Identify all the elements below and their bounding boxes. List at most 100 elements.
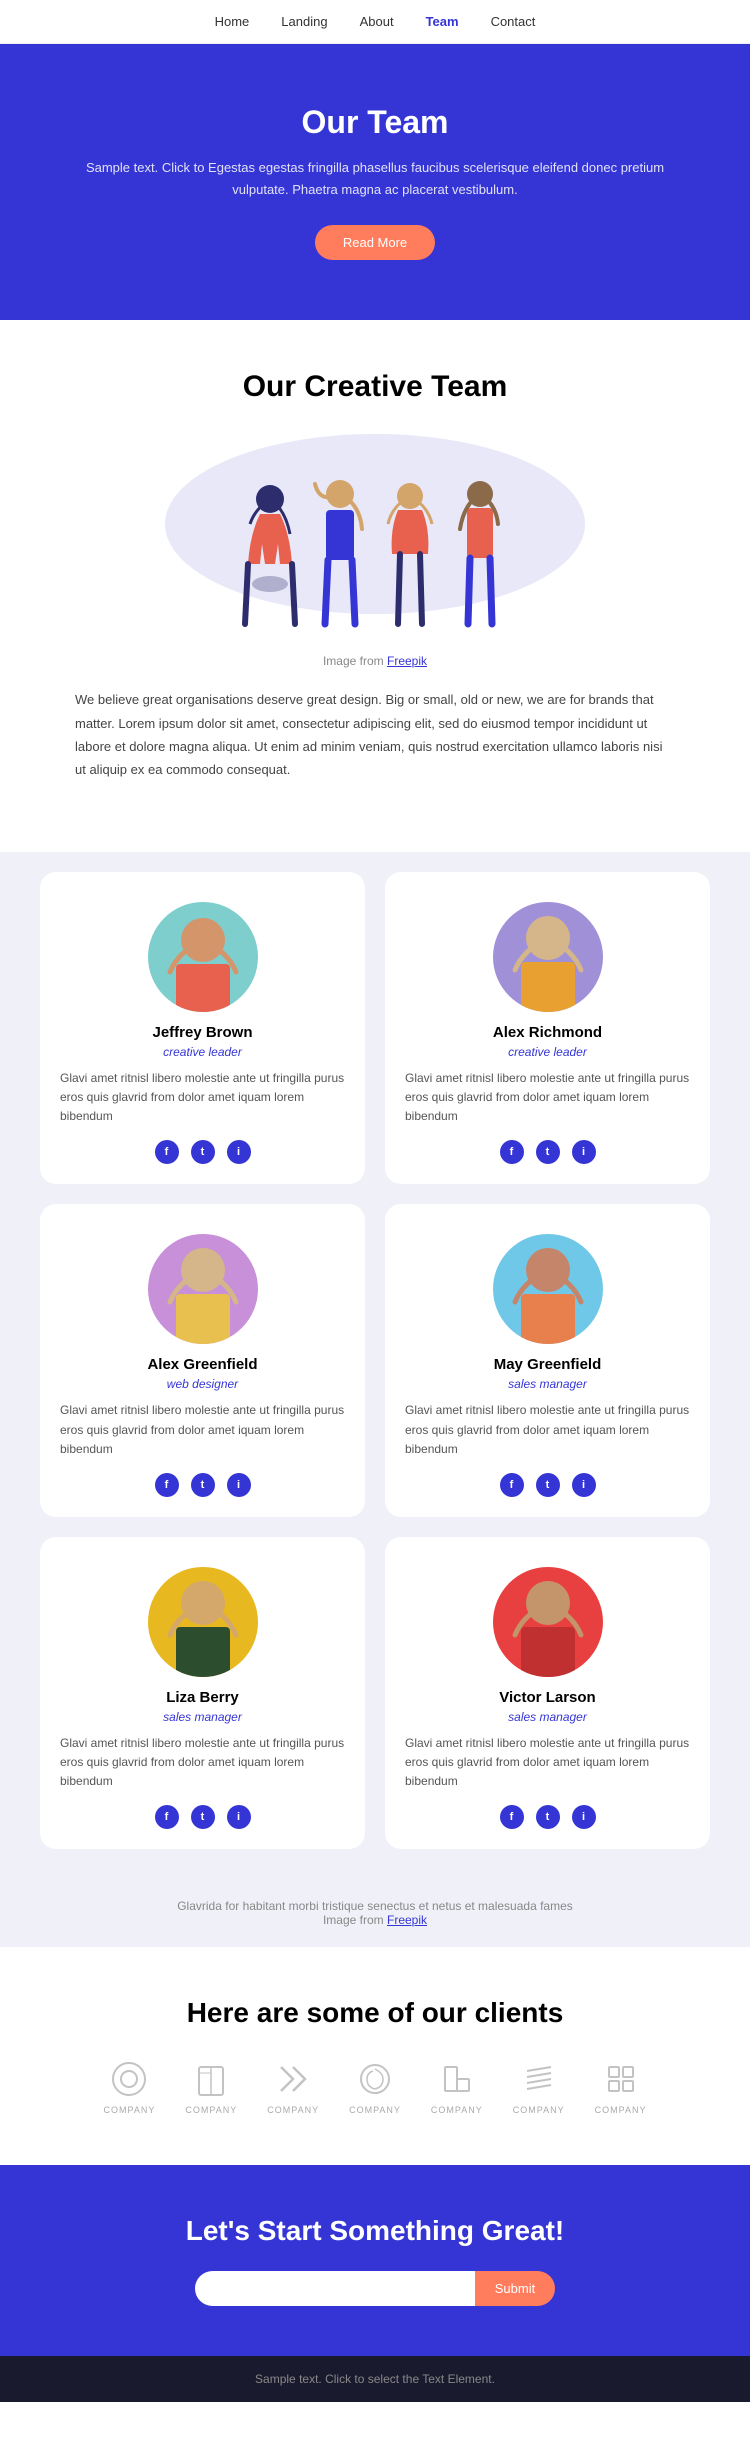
client-logo-1: COMPANY [104,2059,156,2115]
hero-title: Our Team [80,104,670,141]
nav-team[interactable]: Team [426,14,459,29]
team-member-desc: Glavi amet ritnisl libero molestie ante … [60,1069,345,1127]
client-logo-5: COMPANY [431,2059,483,2115]
logo-icon-3 [273,2059,313,2099]
team-card: Jeffrey Brown creative leader Glavi amet… [40,872,365,1185]
client-label-3: COMPANY [267,2105,319,2115]
client-label-6: COMPANY [513,2105,565,2115]
team-member-desc: Glavi amet ritnisl libero molestie ante … [60,1401,345,1459]
client-label-2: COMPANY [185,2105,237,2115]
team-member-role: web designer [60,1377,345,1391]
team-member-name: Alex Richmond [405,1024,690,1041]
navigation: Home Landing About Team Contact [0,0,750,44]
figure-4 [450,474,510,634]
nav-about[interactable]: About [360,14,394,29]
client-logo-2: COMPANY [185,2059,237,2115]
freepik-link-bottom[interactable]: Freepik [387,1913,427,1927]
creative-section: Our Creative Team [0,320,750,852]
client-label-7: COMPANY [595,2105,647,2115]
nav-contact[interactable]: Contact [491,14,536,29]
social-icons: f t i [405,1805,690,1829]
logo-icon-1 [109,2059,149,2099]
team-figures [240,474,510,644]
logo-icon-6 [519,2059,559,2099]
bottom-text: Sample text. Click to select the Text El… [16,2372,734,2386]
instagram-icon[interactable]: i [572,1473,596,1497]
team-member-name: Jeffrey Brown [60,1024,345,1041]
team-member-role: sales manager [405,1710,690,1724]
freepik-link[interactable]: Freepik [387,654,427,668]
twitter-icon[interactable]: t [536,1140,560,1164]
hero-section: Our Team Sample text. Click to Egestas e… [0,44,750,320]
creative-title: Our Creative Team [60,370,690,404]
figure-3 [380,474,440,634]
team-footer-credit: Glavrida for habitant morbi tristique se… [0,1879,750,1947]
team-member-role: sales manager [405,1377,690,1391]
client-label-1: COMPANY [104,2105,156,2115]
cta-submit-button[interactable]: Submit [475,2271,555,2306]
cta-email-input[interactable] [195,2271,475,2306]
social-icons: f t i [405,1473,690,1497]
twitter-icon[interactable]: t [536,1473,560,1497]
team-avatar [493,902,603,1012]
figure-1 [240,474,300,634]
facebook-icon[interactable]: f [155,1805,179,1829]
facebook-icon[interactable]: f [155,1473,179,1497]
team-member-desc: Glavi amet ritnisl libero molestie ante … [405,1734,690,1792]
read-more-button[interactable]: Read More [315,225,435,260]
team-member-role: sales manager [60,1710,345,1724]
social-icons: f t i [405,1140,690,1164]
team-member-name: May Greenfield [405,1356,690,1373]
cta-section: Let's Start Something Great! Submit [0,2165,750,2356]
clients-section: Here are some of our clients COMPANY COM… [0,1947,750,2165]
footer-credit-link-line: Image from Freepik [20,1913,730,1927]
instagram-icon[interactable]: i [227,1473,251,1497]
cta-title: Let's Start Something Great! [60,2215,690,2247]
instagram-icon[interactable]: i [572,1805,596,1829]
bottom-bar: Sample text. Click to select the Text El… [0,2356,750,2402]
client-logo-4: COMPANY [349,2059,401,2115]
client-logo-6: COMPANY [513,2059,565,2115]
instagram-icon[interactable]: i [227,1805,251,1829]
team-avatar [493,1234,603,1344]
team-card: May Greenfield sales manager Glavi amet … [385,1204,710,1517]
team-avatar [148,1567,258,1677]
team-avatar [148,902,258,1012]
team-member-desc: Glavi amet ritnisl libero molestie ante … [405,1401,690,1459]
client-logo-3: COMPANY [267,2059,319,2115]
team-illustration [60,424,690,644]
logo-icon-2 [191,2059,231,2099]
clients-logos: COMPANY COMPANY COMPANY COMPANY [40,2059,710,2115]
logo-icon-4 [355,2059,395,2099]
team-card: Liza Berry sales manager Glavi amet ritn… [40,1537,365,1850]
twitter-icon[interactable]: t [191,1473,215,1497]
figure-2 [310,474,370,634]
facebook-icon[interactable]: f [500,1805,524,1829]
facebook-icon[interactable]: f [500,1140,524,1164]
image-credit: Image from Freepik [60,654,690,668]
twitter-icon[interactable]: t [191,1805,215,1829]
nav-landing[interactable]: Landing [281,14,327,29]
instagram-icon[interactable]: i [572,1140,596,1164]
social-icons: f t i [60,1140,345,1164]
nav-home[interactable]: Home [215,14,250,29]
clients-title: Here are some of our clients [40,1997,710,2029]
team-member-desc: Glavi amet ritnisl libero molestie ante … [405,1069,690,1127]
team-avatar [148,1234,258,1344]
creative-description: We believe great organisations deserve g… [75,688,675,782]
hero-description: Sample text. Click to Egestas egestas fr… [80,157,670,201]
twitter-icon[interactable]: t [191,1140,215,1164]
facebook-icon[interactable]: f [500,1473,524,1497]
client-label-5: COMPANY [431,2105,483,2115]
cta-form: Submit [60,2271,690,2306]
team-member-name: Alex Greenfield [60,1356,345,1373]
facebook-icon[interactable]: f [155,1140,179,1164]
team-member-role: creative leader [405,1045,690,1059]
team-avatar [493,1567,603,1677]
client-logo-7: COMPANY [595,2059,647,2115]
client-label-4: COMPANY [349,2105,401,2115]
twitter-icon[interactable]: t [536,1805,560,1829]
team-member-role: creative leader [60,1045,345,1059]
social-icons: f t i [60,1805,345,1829]
instagram-icon[interactable]: i [227,1140,251,1164]
